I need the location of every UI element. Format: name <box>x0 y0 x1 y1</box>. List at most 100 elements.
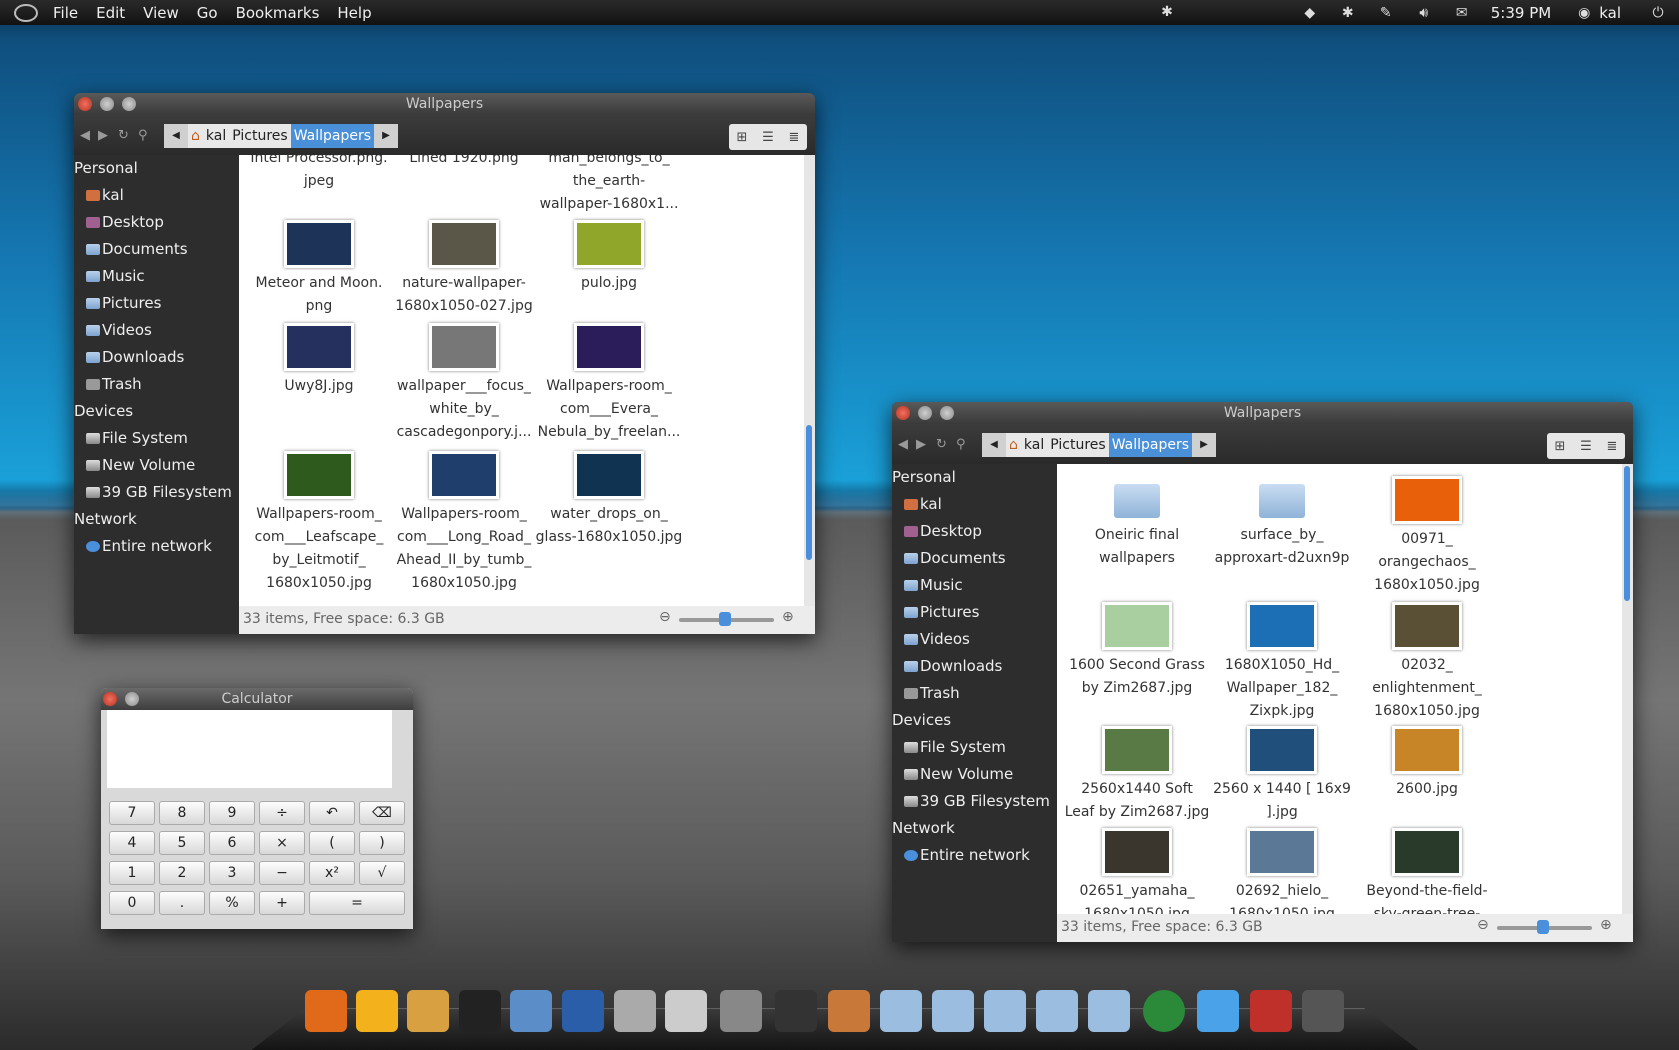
zoom-slider[interactable] <box>679 612 774 626</box>
scrollbar[interactable] <box>804 155 815 606</box>
calc-key[interactable]: ) <box>359 831 405 855</box>
desktop-folder-icon[interactable] <box>1197 990 1239 1032</box>
sidebar-item-entire-network[interactable]: Entire network <box>74 533 239 560</box>
pictures-folder-icon[interactable] <box>984 990 1026 1032</box>
search-icon[interactable]: ⚲ <box>956 437 966 452</box>
breadcrumb-left-arrow[interactable]: ◀ <box>164 124 188 148</box>
scrollbar-thumb[interactable] <box>806 425 812 560</box>
file-item[interactable]: 2560 x 1440 [ 16x9 ].jpg <box>1207 726 1357 824</box>
firefox-icon[interactable] <box>305 990 347 1032</box>
file-item[interactable]: pulo.jpg <box>534 220 684 295</box>
crumb-wallpapers[interactable]: Wallpapers <box>290 124 375 148</box>
calc-key[interactable]: 2 <box>159 861 205 885</box>
sidebar-item-new-volume[interactable]: New Volume <box>892 761 1057 788</box>
calc-key[interactable]: 4 <box>109 831 155 855</box>
scrollbar[interactable] <box>1622 464 1633 914</box>
downloads-folder-icon[interactable] <box>1088 990 1130 1032</box>
file-item[interactable]: 1680X1050_Hd_ Wallpaper_182_ Zixpk.jpg <box>1207 602 1357 723</box>
paint-icon[interactable] <box>407 990 449 1032</box>
reload-icon[interactable]: ↻ <box>936 437 947 452</box>
file-item[interactable]: wallpaper___focus_ white_by_ cascadegonp… <box>389 323 539 444</box>
list-view-icon[interactable]: ☰ <box>1573 439 1599 454</box>
calc-key[interactable]: × <box>259 831 305 855</box>
file-item[interactable]: 00971_ orangechaos_ 1680x1050.jpg <box>1352 476 1502 597</box>
maximize-button[interactable] <box>122 97 136 111</box>
dropbox-icon[interactable]: ◆ <box>1299 5 1321 21</box>
home-icon[interactable] <box>828 990 870 1032</box>
file-item[interactable]: Beyond-the-field- sky-green-tree- <box>1352 828 1502 914</box>
back-icon[interactable]: ◀ <box>80 128 90 143</box>
zoom-out-icon[interactable]: ⊖ <box>1477 917 1489 933</box>
workspace-switcher-icon[interactable] <box>1302 990 1344 1032</box>
close-button[interactable] <box>78 97 92 111</box>
crumb-wallpapers[interactable]: Wallpapers <box>1108 433 1193 457</box>
sidebar-item-music[interactable]: Music <box>892 572 1057 599</box>
calc-key[interactable]: 0 <box>109 891 155 915</box>
music-folder-icon[interactable] <box>932 990 974 1032</box>
titlebar[interactable]: Calculator <box>101 688 413 710</box>
sidebar-item-pictures[interactable]: Pictures <box>892 599 1057 626</box>
scrollbar-thumb[interactable] <box>1624 466 1630 601</box>
zoom-in-icon[interactable]: ⊕ <box>782 609 794 625</box>
list-view-icon[interactable]: ☰ <box>755 130 781 145</box>
sidebar-item-new-volume[interactable]: New Volume <box>74 452 239 479</box>
icon-view-icon[interactable]: ⊞ <box>729 130 755 145</box>
pen-icon[interactable]: ✎ <box>1375 5 1397 21</box>
crumb-pictures[interactable]: Pictures <box>1047 437 1108 453</box>
minimize-button[interactable] <box>125 692 139 706</box>
menu-edit[interactable]: Edit <box>87 4 134 22</box>
menu-help[interactable]: Help <box>328 4 380 22</box>
reload-icon[interactable]: ↻ <box>118 128 129 143</box>
ubuntu-logo-icon[interactable] <box>14 3 38 22</box>
forward-icon[interactable]: ▶ <box>916 437 926 452</box>
file-item[interactable]: 02651_yamaha_ 1680x1050.jpg <box>1062 828 1212 914</box>
menu-go[interactable]: Go <box>188 4 227 22</box>
calc-key[interactable]: 5 <box>159 831 205 855</box>
calc-key[interactable]: ÷ <box>259 801 305 825</box>
trash-icon[interactable] <box>720 990 762 1032</box>
menu-file[interactable]: File <box>44 4 87 22</box>
user-icon[interactable]: ◉ <box>1573 5 1595 21</box>
file-item[interactable]: man_belongs_to_ the_earth- wallpaper-168… <box>534 155 684 216</box>
bluetooth-status-icon[interactable]: ✱ <box>1156 4 1178 20</box>
sidebar-item-desktop[interactable]: Desktop <box>892 518 1057 545</box>
close-button[interactable] <box>103 692 117 706</box>
icon-view-icon[interactable]: ⊞ <box>1547 439 1573 454</box>
crumb-pictures[interactable]: Pictures <box>229 128 290 144</box>
file-item[interactable]: 02032_ enlightenment_ 1680x1050.jpg <box>1352 602 1502 723</box>
sidebar-item-trash[interactable]: Trash <box>892 680 1057 707</box>
calc-key[interactable]: ↶ <box>309 801 355 825</box>
zoom-slider[interactable] <box>1497 920 1592 934</box>
sidebar-item-39-gb-filesystem[interactable]: 39 GB Filesystem <box>892 788 1057 815</box>
calc-key[interactable]: . <box>159 891 205 915</box>
file-item[interactable]: Wallpapers-room_ com___Leafscape_ by_Lei… <box>244 451 394 595</box>
username[interactable]: kal <box>1599 4 1621 22</box>
network-icon[interactable] <box>1143 990 1185 1032</box>
terminal-icon[interactable] <box>459 990 501 1032</box>
documents-folder-icon[interactable] <box>880 990 922 1032</box>
calculator-icon[interactable] <box>665 990 707 1032</box>
breadcrumb-right-arrow[interactable]: ▶ <box>1192 433 1217 457</box>
file-item[interactable]: water_drops_on_ glass-1680x1050.jpg <box>534 451 684 549</box>
videos-folder-icon[interactable] <box>1036 990 1078 1032</box>
file-item[interactable]: Uwy8J.jpg <box>244 323 394 398</box>
breadcrumb-left-arrow[interactable]: ◀ <box>982 433 1006 457</box>
forward-icon[interactable]: ▶ <box>98 128 108 143</box>
compact-view-icon[interactable]: ≣ <box>781 130 807 145</box>
calc-key[interactable]: 6 <box>209 831 255 855</box>
file-item[interactable]: Oneiric final wallpapers <box>1062 476 1212 570</box>
calc-key[interactable]: x² <box>309 861 355 885</box>
minimize-button[interactable] <box>100 97 114 111</box>
file-cabinet-icon[interactable] <box>614 990 656 1032</box>
sidebar-item-file-system[interactable]: File System <box>892 734 1057 761</box>
media-player-icon[interactable] <box>562 990 604 1032</box>
close-button[interactable] <box>896 406 910 420</box>
sidebar-item-music[interactable]: Music <box>74 263 239 290</box>
power-icon[interactable]: ⏻ <box>1647 5 1669 21</box>
zoom-out-icon[interactable]: ⊖ <box>659 609 671 625</box>
file-item[interactable]: surface_by_ approxart-d2uxn9p <box>1207 476 1357 570</box>
file-item[interactable]: 1600 Second Grass by Zim2687.jpg <box>1062 602 1212 700</box>
sidebar-item-trash[interactable]: Trash <box>74 371 239 398</box>
gmail-icon[interactable] <box>1250 990 1292 1032</box>
compact-view-icon[interactable]: ≣ <box>1599 439 1625 454</box>
